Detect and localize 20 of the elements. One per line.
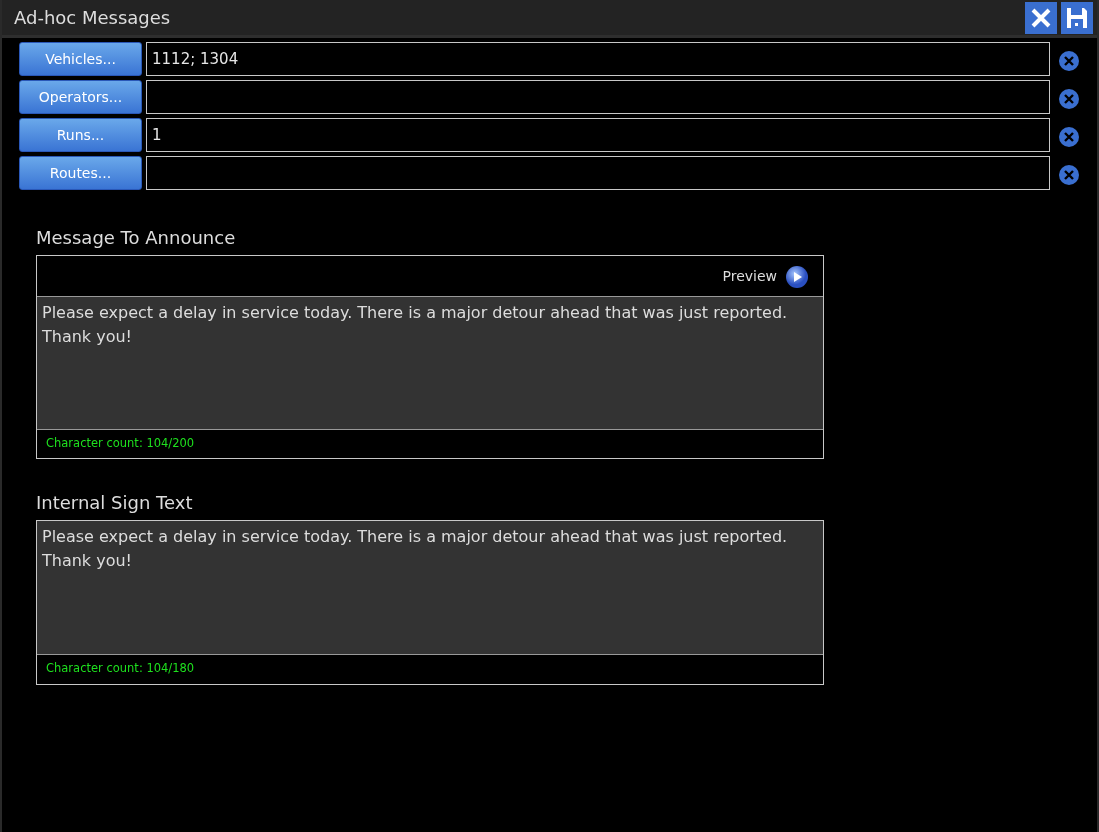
message-text-field[interactable]: Please expect a delay in service today. There is a major detour ahead that was just reported. Thank you!	[37, 296, 823, 430]
input-field[interactable]	[146, 80, 1050, 114]
input-field[interactable]	[146, 156, 1050, 190]
preview-label: Preview	[722, 266, 777, 286]
window-title: Ad-hoc Messages	[14, 6, 171, 30]
message-text-field[interactable]: Please expect a delay in service today. There is a major detour ahead that was just reported. Thank you!	[37, 521, 823, 656]
section-title: Message To Announce	[36, 226, 237, 250]
character-count: Character count: 104/180	[45, 660, 196, 678]
input-field[interactable]: 1	[146, 118, 1050, 152]
input-field[interactable]: 1112; 1304	[146, 42, 1050, 76]
play-button[interactable]	[785, 264, 809, 288]
section-title: Internal Sign Text	[36, 491, 194, 516]
close-button[interactable]	[1025, 1, 1057, 34]
character-count: Character count: 104/200	[45, 435, 196, 452]
save-button[interactable]	[1061, 1, 1093, 34]
clear-button[interactable]	[1058, 86, 1080, 108]
close-icon	[1030, 6, 1052, 29]
clear-button[interactable]	[1058, 48, 1080, 70]
clear-button[interactable]	[1058, 124, 1080, 146]
clear-button[interactable]	[1058, 162, 1080, 184]
